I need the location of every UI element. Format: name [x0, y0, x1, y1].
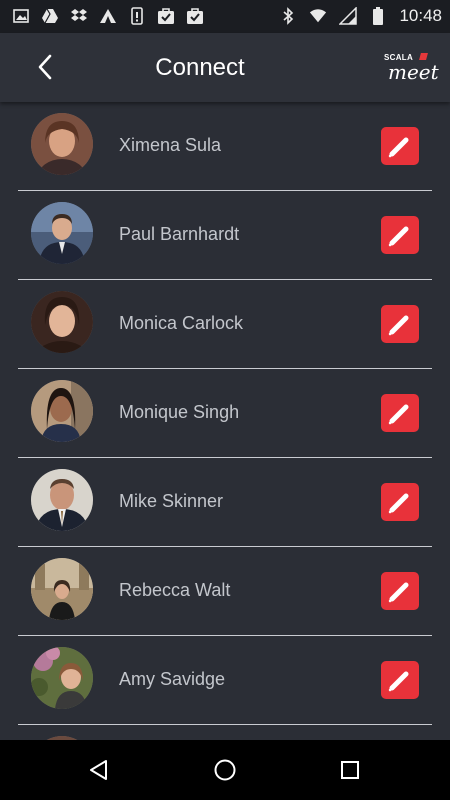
- pencil-icon: [388, 226, 409, 247]
- avatar: [31, 380, 93, 442]
- phone-alert-icon: [128, 7, 146, 25]
- contact-name: Mike Skinner: [119, 491, 224, 511]
- list-item[interactable]: Amy Savidge: [0, 636, 450, 725]
- pencil-icon: [388, 137, 409, 158]
- circle-home-icon: [214, 759, 236, 781]
- avatar: [31, 291, 93, 353]
- list-item[interactable]: Rebecca Walt: [0, 547, 450, 636]
- edit-button[interactable]: [381, 127, 419, 165]
- status-bar: 10:48: [0, 0, 450, 33]
- logo-mark: [419, 53, 428, 60]
- contact-list: Ximena Sula Paul Barnhardt Monica Carloc…: [0, 102, 450, 740]
- contact-name: Monica Carlock: [119, 313, 244, 333]
- scala-meet-logo: SCALA meet: [382, 51, 440, 84]
- pencil-icon: [388, 493, 409, 514]
- contact-name: Ximena Sula: [119, 135, 222, 155]
- logo-main-text: meet: [388, 60, 439, 84]
- edit-button[interactable]: [381, 483, 419, 521]
- bag-check-icon: [157, 7, 175, 25]
- notification-icons: [12, 7, 204, 25]
- avatar: [31, 202, 93, 264]
- nav-back-button[interactable]: [84, 755, 114, 785]
- drive-icon: [41, 7, 59, 25]
- image-icon: [12, 7, 30, 25]
- app-header: Connect SCALA meet: [0, 33, 450, 102]
- battery-icon: [369, 7, 387, 25]
- dropbox-icon: [70, 7, 88, 25]
- list-item[interactable]: Ximena Sula: [0, 102, 450, 191]
- avatar: [31, 469, 93, 531]
- page-title: Connect: [155, 54, 245, 81]
- system-icons: 10:48: [279, 6, 442, 26]
- avatar: [31, 558, 93, 620]
- signal-icon: [339, 7, 358, 25]
- edit-button[interactable]: [381, 661, 419, 699]
- pencil-icon: [388, 315, 409, 336]
- list-item[interactable]: Monica Carlock: [0, 280, 450, 369]
- bluetooth-icon: [279, 7, 297, 25]
- bag-check-icon: [186, 7, 204, 25]
- list-item[interactable]: Monique Singh: [0, 369, 450, 458]
- nav-recents-button[interactable]: [335, 755, 365, 785]
- avatar: [31, 113, 93, 175]
- list-item[interactable]: Mike Skinner: [0, 458, 450, 547]
- edit-button[interactable]: [381, 394, 419, 432]
- wifi-icon: [309, 7, 327, 25]
- edit-button[interactable]: [381, 216, 419, 254]
- edit-button[interactable]: [381, 305, 419, 343]
- edit-button[interactable]: [381, 572, 419, 610]
- triangle-back-icon: [90, 760, 107, 780]
- contact-name: Amy Savidge: [119, 669, 226, 689]
- nav-home-button[interactable]: [210, 755, 240, 785]
- clock: 10:48: [399, 6, 442, 25]
- pencil-icon: [388, 404, 409, 425]
- system-nav-bar: [0, 740, 450, 800]
- pencil-icon: [388, 671, 409, 692]
- list-item[interactable]: [0, 725, 450, 740]
- contact-name: Paul Barnhardt: [119, 224, 240, 244]
- camp-icon: [99, 7, 117, 25]
- contact-name: Rebecca Walt: [119, 580, 231, 600]
- pencil-icon: [388, 582, 409, 603]
- avatar: [31, 647, 93, 709]
- list-item[interactable]: Paul Barnhardt: [0, 191, 450, 280]
- contact-name: Monique Singh: [119, 402, 240, 422]
- square-recents-icon: [341, 761, 359, 779]
